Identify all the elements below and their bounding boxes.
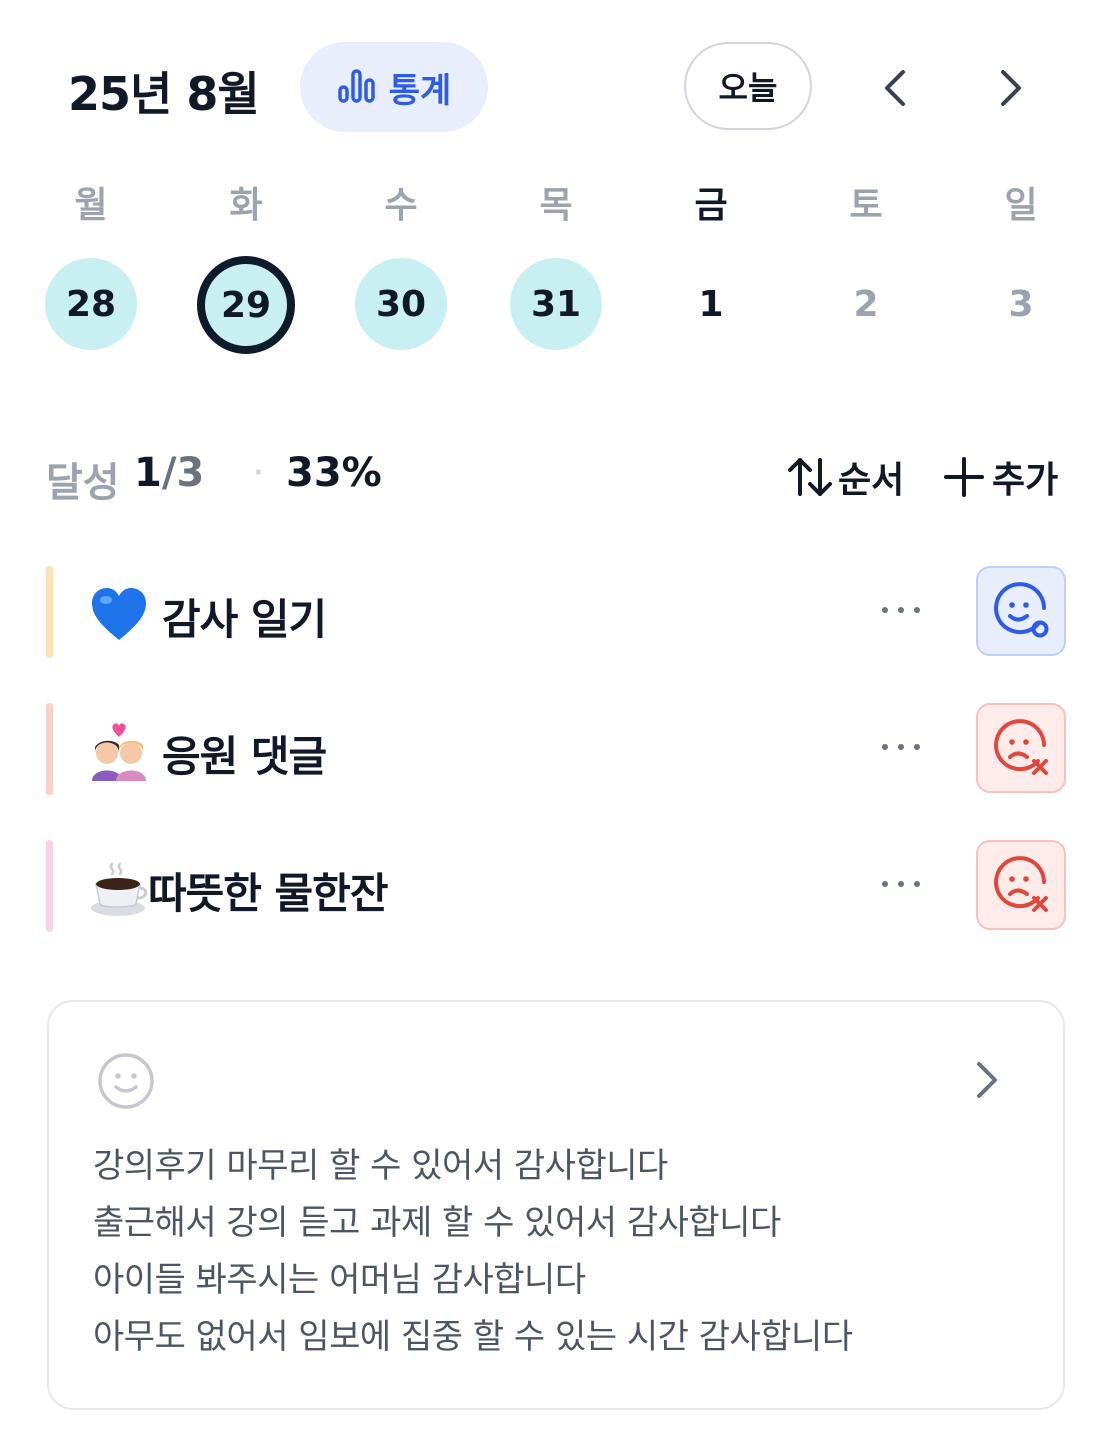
more-dot	[898, 744, 904, 750]
habit-color-bar	[46, 566, 53, 658]
next-week-button[interactable]	[988, 62, 1036, 114]
date-30[interactable]: 30	[355, 258, 447, 350]
weekday-row: 월 화 수 목 금 토 일	[0, 176, 1112, 226]
habit-color-bar	[46, 703, 53, 795]
status-failed-button[interactable]	[976, 703, 1066, 793]
date-1[interactable]: 1	[665, 258, 757, 350]
habit-item[interactable]: 따뜻한 물한잔	[46, 840, 1068, 932]
month-title: 25년 8월	[68, 67, 260, 121]
done-count: 1	[134, 450, 162, 496]
smile-face-icon	[97, 1052, 155, 1114]
chevron-left-icon	[885, 70, 905, 106]
date-28[interactable]: 28	[45, 258, 137, 350]
date-31[interactable]: 31	[510, 258, 602, 350]
plus-icon	[944, 457, 984, 497]
gratitude-note-card[interactable]: 강의후기 마무리 할 수 있어서 감사합니다 출근해서 강의 듣고 과제 할 수…	[47, 1000, 1065, 1410]
weekday-sat: 토	[849, 185, 883, 226]
more-options-button[interactable]	[882, 735, 930, 759]
more-dot	[882, 744, 888, 750]
stats-label: 통계	[388, 70, 452, 111]
date-2[interactable]: 2	[820, 258, 912, 350]
habit-name: 따뜻한 물한잔	[148, 869, 388, 918]
habit-item[interactable]: 감사 일기	[46, 566, 1068, 658]
note-line: 아무도 없어서 임보에 집중 할 수 있는 시간 감사합니다	[93, 1317, 853, 1357]
weekday-fri: 금	[694, 185, 728, 226]
weekday-mon: 월	[74, 185, 108, 226]
couple-heart-icon	[90, 723, 148, 781]
blue-heart-icon	[90, 586, 148, 644]
more-dot	[914, 744, 920, 750]
achievement-label: 달성	[46, 460, 120, 506]
more-options-button[interactable]	[882, 598, 930, 622]
today-button[interactable]: 오늘	[684, 42, 812, 130]
status-failed-button[interactable]	[976, 840, 1066, 930]
note-text: 강의후기 마무리 할 수 있어서 감사합니다 출근해서 강의 듣고 과제 할 수…	[93, 1138, 853, 1366]
weekday-thu: 목	[539, 185, 573, 226]
habit-color-bar	[46, 840, 53, 932]
more-dot	[882, 881, 888, 887]
note-line: 아이들 봐주시는 어머님 감사합니다	[93, 1260, 586, 1300]
date-3[interactable]: 3	[975, 258, 1067, 350]
stats-button[interactable]: 통계	[300, 42, 488, 132]
habit-item[interactable]: 응원 댓글	[46, 703, 1068, 795]
add-label: 추가	[992, 460, 1059, 501]
separator-dot: ·	[252, 450, 265, 496]
calendar-header: 25년 8월 통계 오늘	[0, 0, 1112, 170]
more-dot	[882, 607, 888, 613]
achievement-count: 1/3	[134, 450, 204, 496]
habit-name: 응원 댓글	[162, 732, 327, 781]
date-row: 28 29 30 31 1 2 3	[0, 256, 1112, 356]
note-line: 출근해서 강의 듣고 과제 할 수 있어서 감사합니다	[93, 1203, 781, 1243]
hot-beverage-icon	[90, 860, 148, 918]
status-done-button[interactable]	[976, 566, 1066, 656]
bar-chart-icon	[337, 67, 377, 107]
sort-order-button[interactable]: 순서	[786, 450, 904, 504]
add-habit-button[interactable]: 추가	[944, 450, 1058, 504]
weekday-wed: 수	[384, 185, 418, 226]
chevron-right-icon[interactable]	[973, 1060, 1003, 1108]
more-dot	[898, 607, 904, 613]
prev-week-button[interactable]	[870, 62, 918, 114]
smile-check-icon	[994, 582, 1049, 638]
weekday-sun: 일	[1004, 185, 1038, 226]
more-options-button[interactable]	[882, 872, 930, 896]
sad-x-icon	[994, 719, 1048, 775]
more-dot	[914, 881, 920, 887]
weekday-tue: 화	[229, 185, 263, 226]
achievement-percent: 33%	[286, 450, 382, 496]
more-dot	[898, 881, 904, 887]
achievement-summary: 달성 1/3 · 33% 순서 추가	[46, 450, 1068, 506]
date-29-selected[interactable]: 29	[197, 256, 295, 354]
more-dot	[914, 607, 920, 613]
sort-order-label: 순서	[838, 460, 905, 501]
total-count: /3	[161, 450, 205, 496]
sad-x-icon	[994, 856, 1048, 912]
chevron-right-icon	[1001, 70, 1021, 106]
habit-name: 감사 일기	[162, 595, 327, 644]
sort-arrows-icon	[788, 458, 832, 496]
note-line: 강의후기 마무리 할 수 있어서 감사합니다	[93, 1146, 668, 1186]
